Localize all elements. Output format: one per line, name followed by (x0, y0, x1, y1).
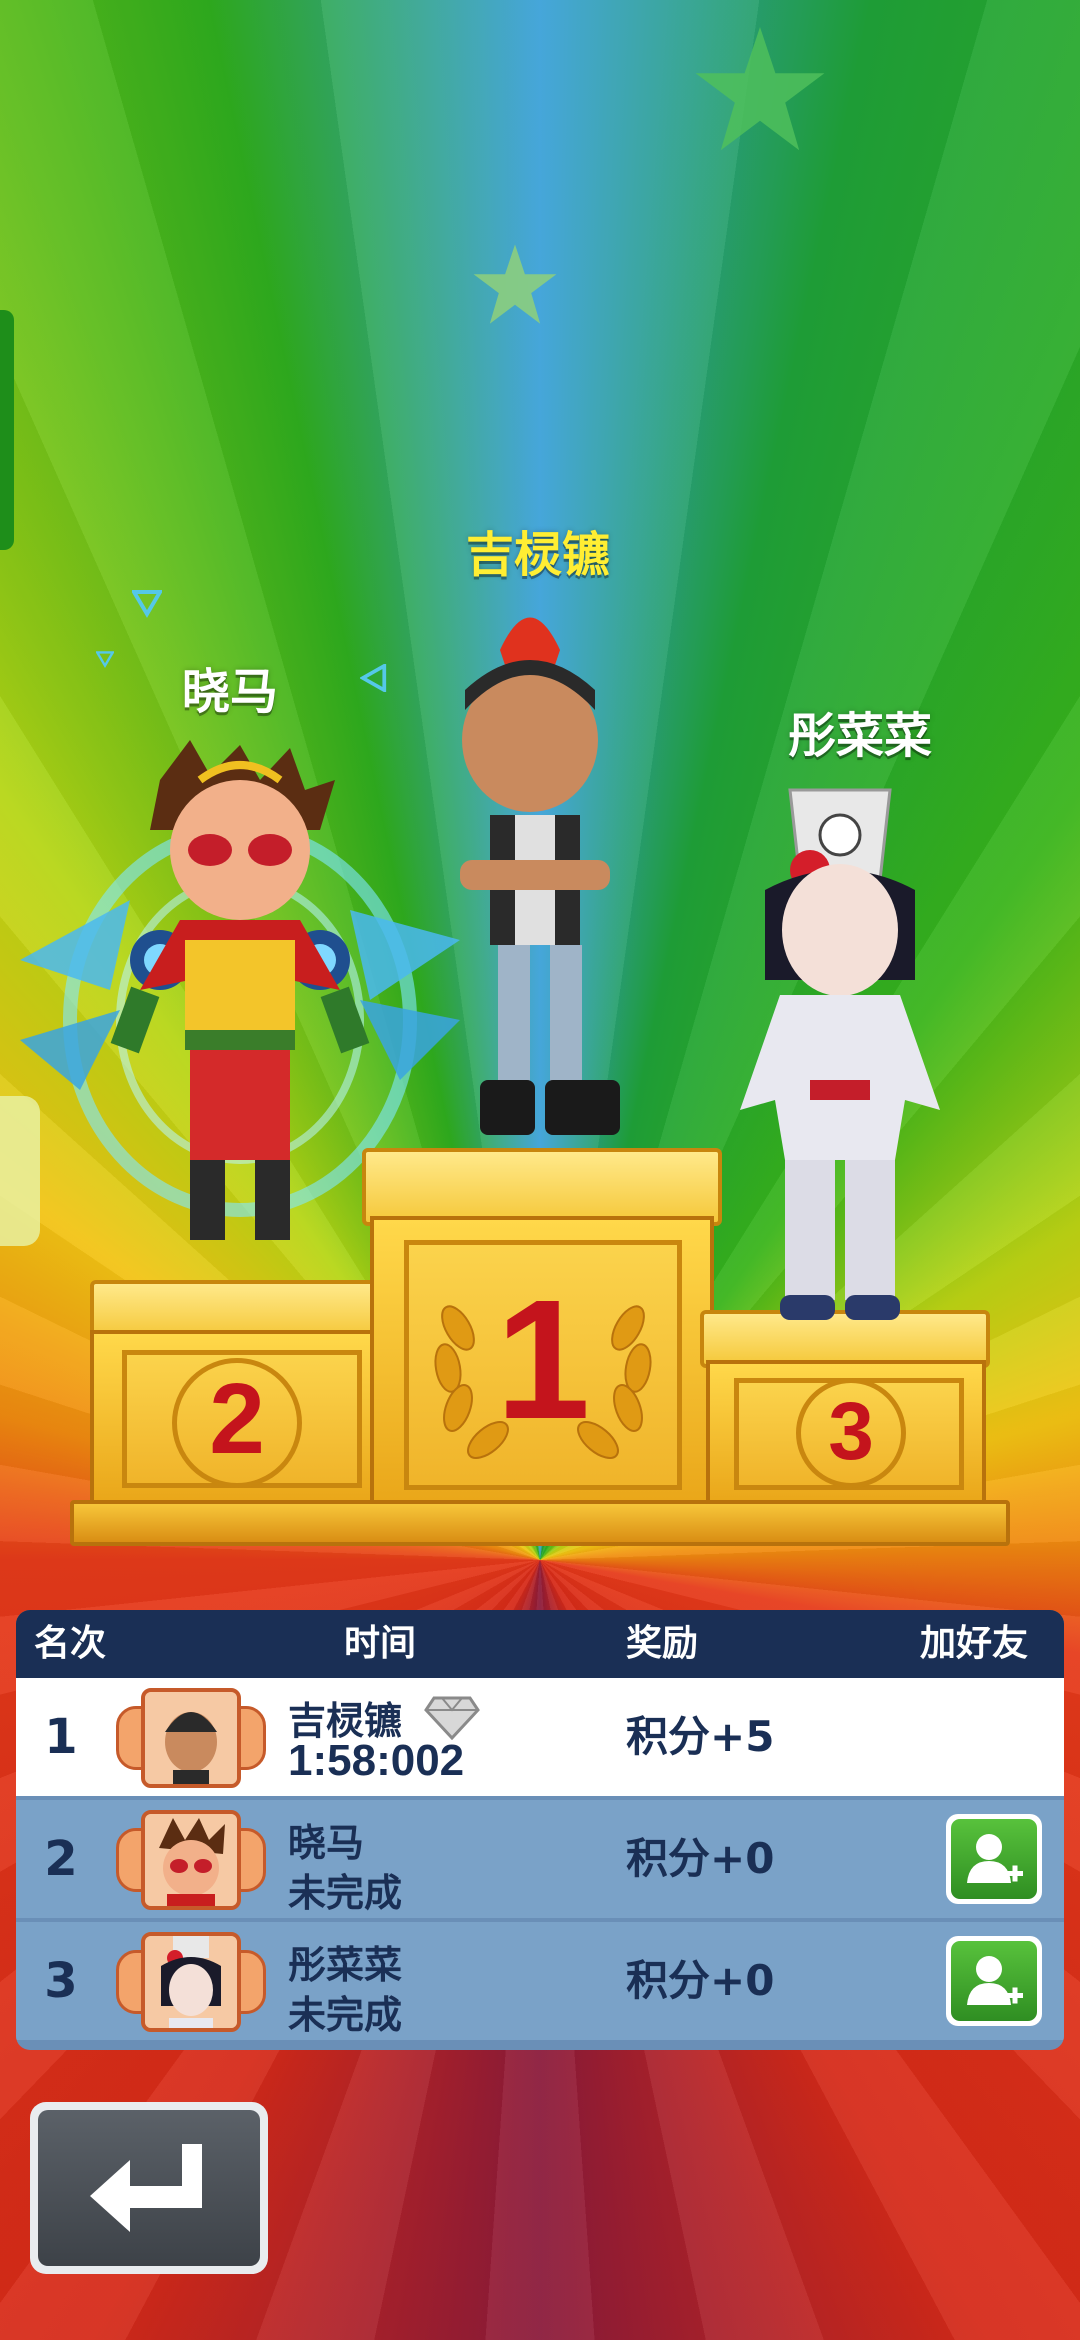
star-decoration-large (695, 27, 825, 151)
results-table: 名次 时间 奖励 加好友 1 吉棂镳 1:58:002 积分+5 2 晓马 未完… (16, 1610, 1064, 2050)
table-header: 名次 时间 奖励 加好友 (16, 1610, 1064, 1678)
rank-number: 1 (44, 1709, 78, 1765)
finish-time: 1:58:002 (288, 1736, 465, 1785)
side-handle-middle[interactable] (0, 1096, 40, 1246)
table-row: 1 吉棂镳 1:58:002 积分+5 (16, 1678, 1064, 1796)
star-decoration-small (473, 244, 557, 324)
diamond-icon (424, 1696, 480, 1740)
rank-number: 3 (44, 1953, 78, 2009)
add-friend-icon (967, 1834, 1023, 1883)
third-place-name: 彤菜菜 (787, 708, 932, 764)
return-arrow-icon (90, 2144, 202, 2232)
table-row: 2 晓马 未完成 积分+0 (16, 1800, 1064, 1918)
podium-first: 1 (370, 1216, 714, 1516)
reward-points: 积分+0 (626, 1956, 775, 2005)
avatar (116, 1810, 266, 1910)
avatar (116, 1932, 266, 2032)
header-rank: 名次 (34, 1623, 107, 1664)
avatar (116, 1688, 266, 1788)
finish-status: 未完成 (288, 1993, 403, 2037)
second-place-name: 晓马 (181, 664, 278, 720)
podium-number-2: 2 (209, 1363, 265, 1475)
back-button[interactable] (30, 2102, 268, 2274)
header-reward: 奖励 (626, 1623, 699, 1664)
podium-third: 3 (706, 1360, 986, 1510)
podium-number-3: 3 (828, 1386, 874, 1477)
header-time: 时间 (344, 1623, 417, 1664)
player-name: 晓马 (288, 1821, 365, 1865)
add-friend-button[interactable] (946, 1936, 1042, 2026)
podium-second: 2 (90, 1330, 390, 1510)
reward-points: 积分+5 (626, 1712, 775, 1761)
reward-points: 积分+0 (626, 1834, 775, 1883)
sparkle-icon (132, 590, 162, 618)
player-name: 彤菜菜 (288, 1943, 403, 1987)
rank-number: 2 (44, 1831, 78, 1887)
side-handle-top[interactable] (0, 310, 14, 550)
sparkle-icon (360, 664, 387, 692)
table-row: 3 彤菜菜 未完成 积分+0 (16, 1922, 1064, 2040)
header-add-friend: 加好友 (920, 1623, 1029, 1664)
character-first-place (460, 617, 620, 1135)
podium-number-1: 1 (495, 1265, 591, 1455)
podium-base (70, 1500, 1010, 1546)
sparkle-icon (96, 651, 114, 668)
character-second-place (110, 740, 370, 1240)
first-place-name: 吉棂镳 (465, 527, 610, 583)
character-third-place (740, 788, 940, 1320)
add-friend-icon (967, 1956, 1023, 2005)
finish-status: 未完成 (288, 1871, 403, 1915)
add-friend-button[interactable] (946, 1814, 1042, 1904)
